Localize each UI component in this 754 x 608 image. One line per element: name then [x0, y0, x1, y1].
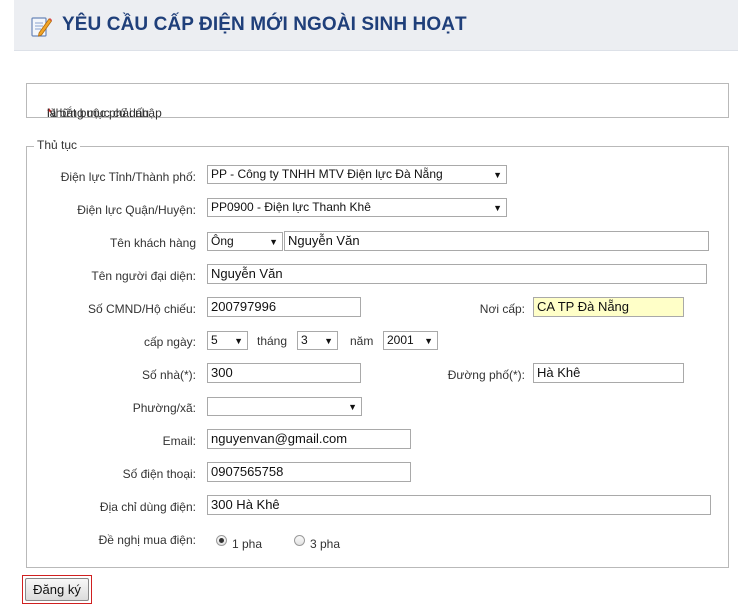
customer-title-select[interactable]: Ông ▼ — [207, 232, 283, 251]
chevron-down-icon: ▼ — [493, 203, 502, 213]
phone-label: Số điện thoại: — [122, 467, 196, 481]
district-value: PP0900 - Điện lực Thanh Khê — [211, 200, 371, 214]
customer-label: Tên khách hàng — [109, 236, 196, 250]
ward-select[interactable]: ▼ — [207, 397, 362, 416]
district-label: Điện lực Quận/Huyện: — [77, 203, 196, 217]
register-button[interactable]: Đăng ký — [25, 578, 89, 601]
ward-label: Phường/xã: — [132, 401, 196, 415]
phase-1-label[interactable]: 1 pha — [232, 537, 262, 551]
issue-day-value: 5 — [211, 333, 218, 347]
house-number-input[interactable]: 300 — [207, 363, 361, 383]
chevron-down-icon: ▼ — [493, 170, 502, 180]
issue-year-select[interactable]: 2001 ▼ — [383, 331, 438, 350]
year-label: năm — [350, 334, 374, 348]
street-input[interactable]: Hà Khê — [533, 363, 684, 383]
issue-place-input[interactable]: CA TP Đà Nẵng — [533, 297, 684, 317]
submit-focus-outline: Đăng ký — [22, 575, 92, 604]
usage-address-label: Địa chỉ dùng điện: — [99, 500, 196, 514]
chevron-down-icon: ▼ — [424, 336, 433, 346]
customer-title-value: Ông — [211, 234, 234, 248]
edit-form-icon — [31, 17, 52, 37]
province-value: PP - Công ty TNHH MTV Điện lực Đà Nẵng — [211, 167, 443, 181]
chevron-down-icon: ▼ — [234, 336, 243, 346]
usage-address-input[interactable]: 300 Hà Khê — [207, 495, 711, 515]
customer-name-input[interactable]: Nguyễn Văn — [284, 231, 709, 251]
house-number-label: Số nhà(*): — [141, 368, 196, 382]
id-number-input[interactable]: 200797996 — [207, 297, 361, 317]
chevron-down-icon: ▼ — [348, 402, 357, 412]
phase-3-label[interactable]: 3 pha — [310, 537, 340, 551]
issue-date-label: cấp ngày: — [143, 335, 196, 349]
chevron-down-icon: ▼ — [269, 237, 278, 247]
phase-1-radio[interactable] — [216, 535, 227, 546]
month-label: tháng — [257, 334, 288, 348]
chevron-down-icon: ▼ — [324, 336, 333, 346]
issue-year-value: 2001 — [387, 333, 414, 347]
phase-3-radio[interactable] — [294, 535, 305, 546]
email-input[interactable]: nguyenvan@gmail.com — [207, 429, 411, 449]
phone-input[interactable]: 0907565758 — [207, 462, 411, 482]
representative-label: Tên người đại diện: — [91, 269, 196, 283]
notice-suffix: là bắt buộc phải nhập — [47, 106, 162, 120]
procedure-legend: Thủ tục — [34, 138, 81, 152]
phase-label: Đề nghị mua điện: — [98, 533, 196, 547]
district-select[interactable]: PP0900 - Điện lực Thanh Khê ▼ — [207, 198, 507, 217]
page-title: YÊU CẦU CẤP ĐIỆN MỚI NGOÀI SINH HOẠT — [62, 14, 467, 35]
issue-place-label: Nơi cấp: — [479, 302, 525, 316]
representative-input[interactable]: Nguyễn Văn — [207, 264, 707, 284]
province-label: Điện lực Tỉnh/Thành phố: — [60, 170, 196, 184]
page-header: YÊU CẦU CẤP ĐIỆN MỚI NGOÀI SINH HOẠT — [14, 0, 738, 51]
email-label: Email: — [162, 434, 196, 448]
id-number-label: Số CMND/Hộ chiếu: — [87, 302, 196, 316]
issue-month-select[interactable]: 3 ▼ — [297, 331, 338, 350]
issue-month-value: 3 — [301, 333, 308, 347]
street-label: Đường phố(*): — [447, 368, 525, 382]
issue-day-select[interactable]: 5 ▼ — [207, 331, 248, 350]
province-select[interactable]: PP - Công ty TNHH MTV Điện lực Đà Nẵng ▼ — [207, 165, 507, 184]
required-notice: Những mục có dấu * là bắt buộc phải nhập — [26, 83, 729, 120]
